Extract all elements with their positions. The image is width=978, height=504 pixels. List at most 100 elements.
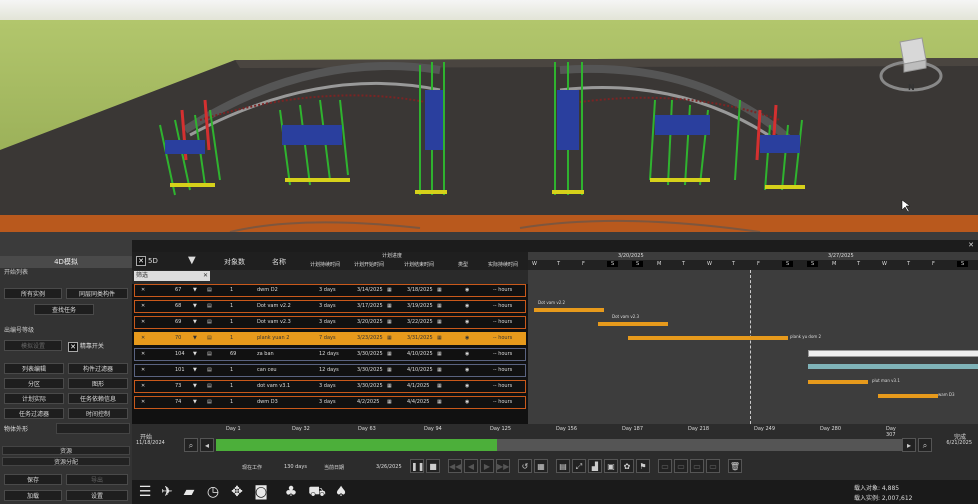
table-row[interactable]: ✕ 74 ▼ ▤ 1 dwm D3 3 days 4/2/2025 ▦ 4/4/2025 ▦ ◉ -- … [134,396,526,409]
list-icon[interactable]: ☰ [136,483,154,501]
calendar-icon[interactable]: ▦ [437,397,442,408]
appearance-select[interactable] [56,423,130,434]
calendar-icon[interactable]: ▦ [387,381,392,392]
filter-icon[interactable]: ▼ [193,333,197,344]
row-checkbox[interactable]: ✕ [141,285,145,296]
delete-icon[interactable]: 🗑 [728,459,742,473]
plan-actual-button[interactable]: 计划实际 [4,393,64,404]
calendar-icon[interactable]: ▦ [387,285,392,296]
calendar-icon[interactable]: ▦ [437,349,442,360]
document-icon[interactable]: ▤ [556,459,570,473]
table-row[interactable]: ✕ 70 ▼ ▤ 1 plank yuan 2 7 days 3/23/2025 ▦ 3/31/2… [134,332,526,345]
document-icon[interactable]: ▤ [207,301,212,312]
type-icon[interactable]: ◉ [465,301,469,312]
all-instances-button[interactable]: 所有实例 [4,288,62,299]
calendar-icon[interactable]: ▦ [387,333,392,344]
tab-5d[interactable]: 5D [148,257,158,265]
close-icon[interactable]: ✕ [968,241,974,249]
step-forward-icon[interactable]: ▸ [902,438,916,452]
document-icon[interactable]: ▤ [207,317,212,328]
time-control-button[interactable]: 时间控制 [68,408,128,419]
view-cube[interactable]: N [878,34,944,96]
timeline-track[interactable] [216,439,902,451]
gantt-chart[interactable]: 3/20/2025 3/27/2025 W T F S S M T W T F S S M T W T F S D… [528,252,978,424]
tree-icon[interactable]: ♠ [332,483,350,501]
gantt-bar-zaban[interactable] [808,350,978,357]
type-icon[interactable]: ◉ [465,397,469,408]
plane-icon[interactable]: ✈ [158,483,176,501]
col-plan-end[interactable]: 计划结束时间 [404,261,434,268]
car-icon[interactable]: ⛟ [308,483,326,501]
simulation-settings-button[interactable]: 模拟设置 [4,340,62,351]
calendar-icon[interactable]: ▦ [437,285,442,296]
type-icon[interactable]: ◉ [465,333,469,344]
ghost-checkbox[interactable]: ✕ [68,341,78,352]
calendar-icon[interactable]: ▦ [437,317,442,328]
task-filter-button[interactable]: 任务过滤器 [4,408,64,419]
tool-icon[interactable]: ▭ [658,459,672,473]
table-row[interactable]: ✕ 73 ▼ ▤ 1 dot vam v3.1 3 days 3/30/2025 ▦ 4/1/20… [134,380,526,393]
table-row[interactable]: ✕ 104 ▼ ▤ 69 za ban 12 days 3/30/2025 ▦ 4/10/2025… [134,348,526,361]
type-icon[interactable]: ◉ [465,349,469,360]
gantt-body[interactable]: Dot vam v2.2 Dot vam v2.3 plank yu dom 2… [528,270,978,424]
select-all-checkbox[interactable]: ✕ [136,256,146,266]
type-icon[interactable]: ◉ [465,381,469,392]
row-checkbox[interactable]: ✕ [141,333,145,344]
save-button[interactable]: 保存 [4,474,62,485]
loop-icon[interactable]: ↺ [518,459,532,473]
calendar-icon[interactable]: ▦ [437,381,442,392]
calendar-icon[interactable]: ▦ [437,333,442,344]
document-icon[interactable]: ▤ [207,397,212,408]
rewind-icon[interactable]: ◀◀ [448,459,462,473]
type-icon[interactable]: ◉ [465,365,469,376]
calendar-icon[interactable]: ▦ [387,349,392,360]
document-icon[interactable]: ▤ [207,381,212,392]
document-icon[interactable]: ▤ [207,333,212,344]
move-icon[interactable]: ✥ [228,483,246,501]
type-icon[interactable]: ◉ [465,285,469,296]
calendar-icon[interactable]: ▦ [387,365,392,376]
fast-forward-icon[interactable]: ▶▶ [496,459,510,473]
3d-viewport[interactable]: N [0,0,978,232]
ghost-toggle[interactable]: ✕ 精靠开关 [68,341,104,352]
stop-icon[interactable]: ■ [426,459,440,473]
name-header[interactable]: 名称 [272,257,286,267]
find-tasks-button[interactable]: 查找任务 [34,304,94,315]
task-rows[interactable]: ✕ 67 ▼ ▤ 1 dwm D2 3 days 3/14/2025 ▦ 3/18/2025 ▦ ◉ -… [132,284,528,424]
calendar-icon[interactable]: ▦ [437,365,442,376]
table-row[interactable]: ✕ 67 ▼ ▤ 1 dwm D2 3 days 3/14/2025 ▦ 3/18/2025 ▦ ◉ -… [134,284,526,297]
graphics-button[interactable]: 图形 [68,378,128,389]
col-plan-duration[interactable]: 计划持续时间 [310,261,340,268]
flag-icon[interactable]: ⚑ [636,459,650,473]
chart-icon[interactable]: ▟ [588,459,602,473]
filter-icon[interactable]: ▼ [193,285,197,296]
tool-icon[interactable]: ▭ [690,459,704,473]
calendar-icon[interactable]: ▦ [387,301,392,312]
tree-people-icon[interactable]: ♣ [282,483,300,501]
filter-icon[interactable]: ▼ [193,365,197,376]
document-icon[interactable]: ▤ [207,365,212,376]
zoom-out-icon[interactable]: ⌕ [184,438,198,452]
document-icon[interactable]: ▤ [207,285,212,296]
type-icon[interactable]: ◉ [465,317,469,328]
list-edit-button[interactable]: 列表编辑 [4,363,64,374]
component-filter-button[interactable]: 构件过滤器 [68,363,128,374]
row-checkbox[interactable]: ✕ [141,397,145,408]
object-count-header[interactable]: 对象数 [224,257,245,267]
filter-icon[interactable]: ▼ [193,381,197,392]
row-checkbox[interactable]: ✕ [141,381,145,392]
settings-button[interactable]: 设置 [66,490,128,501]
row-checkbox[interactable]: ✕ [141,301,145,312]
document-icon[interactable]: ▤ [207,349,212,360]
grid-icon[interactable]: ▦ [534,459,548,473]
export-button[interactable]: 导出 [66,474,128,485]
filter-icon[interactable]: ▼ [193,397,197,408]
resource-alloc-bar[interactable]: 资源分配 [2,457,130,466]
col-type[interactable]: 类型 [458,261,468,268]
calendar-icon[interactable]: ▦ [437,301,442,312]
gear-icon[interactable]: ✿ [620,459,634,473]
table-row[interactable]: ✕ 68 ▼ ▤ 1 Dot vam v2.2 3 days 3/17/2025 ▦ 3/19/2… [134,300,526,313]
col-actual-duration[interactable]: 实际持续时间 [488,261,518,268]
clear-filter-icon[interactable]: ✕ [203,271,208,281]
pause-icon[interactable]: ❚❚ [410,459,424,473]
